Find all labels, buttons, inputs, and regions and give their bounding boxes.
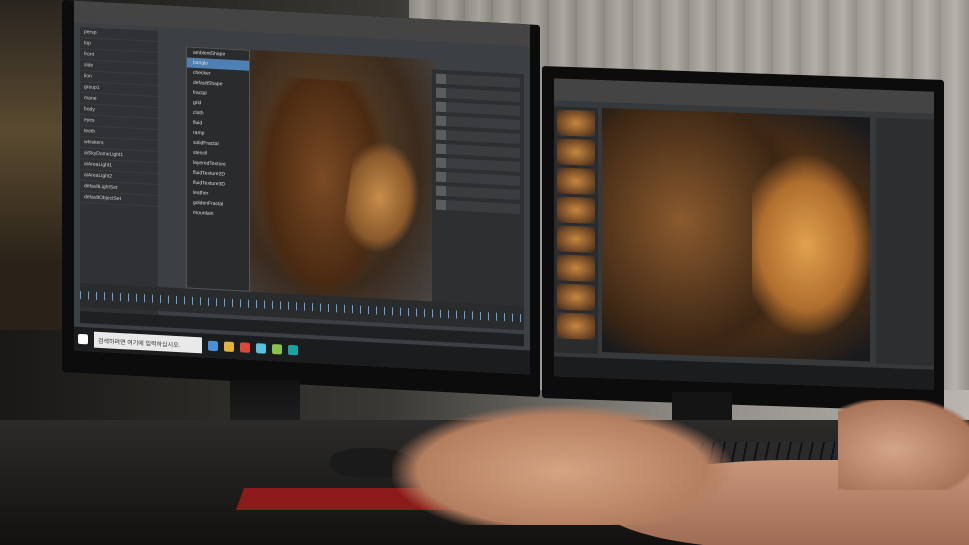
thumbnail[interactable]	[557, 312, 595, 340]
task-view-icon[interactable]	[208, 340, 218, 352]
chrome-icon[interactable]	[240, 342, 250, 353]
attribute-row[interactable]	[436, 185, 520, 201]
render-node-popup: ambientShape bangle checker defaultShape…	[186, 46, 250, 292]
thumbnail-strip	[554, 106, 598, 354]
thumbnail[interactable]	[557, 109, 595, 137]
app-icon[interactable]	[256, 343, 266, 354]
render-viewport[interactable]	[602, 108, 872, 362]
attribute-row[interactable]	[436, 199, 520, 215]
attribute-row[interactable]	[436, 87, 520, 103]
maya-icon[interactable]	[288, 344, 298, 356]
attribute-row[interactable]	[436, 129, 520, 145]
lion-face-closeup	[752, 153, 872, 338]
thumbnail[interactable]	[557, 138, 595, 166]
photo-scene: persp top front side lion group1 mane bo…	[0, 0, 969, 545]
left-monitor-screen: persp top front side lion group1 mane bo…	[74, 0, 530, 375]
app-icon[interactable]	[272, 344, 282, 355]
right-monitor	[542, 66, 944, 413]
popup-item[interactable]: mountain	[187, 208, 249, 221]
thumbnail[interactable]	[557, 167, 595, 195]
attribute-editor	[432, 69, 524, 315]
right-hand-on-mouse	[392, 405, 732, 525]
side-panel	[876, 117, 934, 366]
thumbnail[interactable]	[557, 196, 595, 224]
3d-viewport[interactable]	[250, 49, 436, 320]
lion-face-render	[340, 137, 426, 259]
attribute-row[interactable]	[436, 171, 520, 187]
right-monitor-screen	[554, 78, 934, 390]
taskbar-search-box[interactable]: 검색하려면 여기에 입력하십시오.	[94, 331, 202, 354]
thumbnail[interactable]	[557, 283, 595, 311]
attribute-row[interactable]	[436, 73, 520, 89]
attribute-row[interactable]	[436, 143, 520, 159]
left-hand-on-keyboard	[838, 400, 969, 490]
attribute-row[interactable]	[436, 101, 520, 117]
left-monitor: persp top front side lion group1 mane bo…	[62, 0, 540, 398]
attribute-row[interactable]	[436, 115, 520, 131]
attribute-row[interactable]	[436, 157, 520, 173]
windows-start-icon[interactable]	[78, 333, 88, 345]
outliner-panel: persp top front side lion group1 mane bo…	[80, 26, 158, 316]
folder-icon[interactable]	[224, 341, 234, 353]
thumbnail[interactable]	[557, 225, 595, 253]
thumbnail[interactable]	[557, 254, 595, 282]
